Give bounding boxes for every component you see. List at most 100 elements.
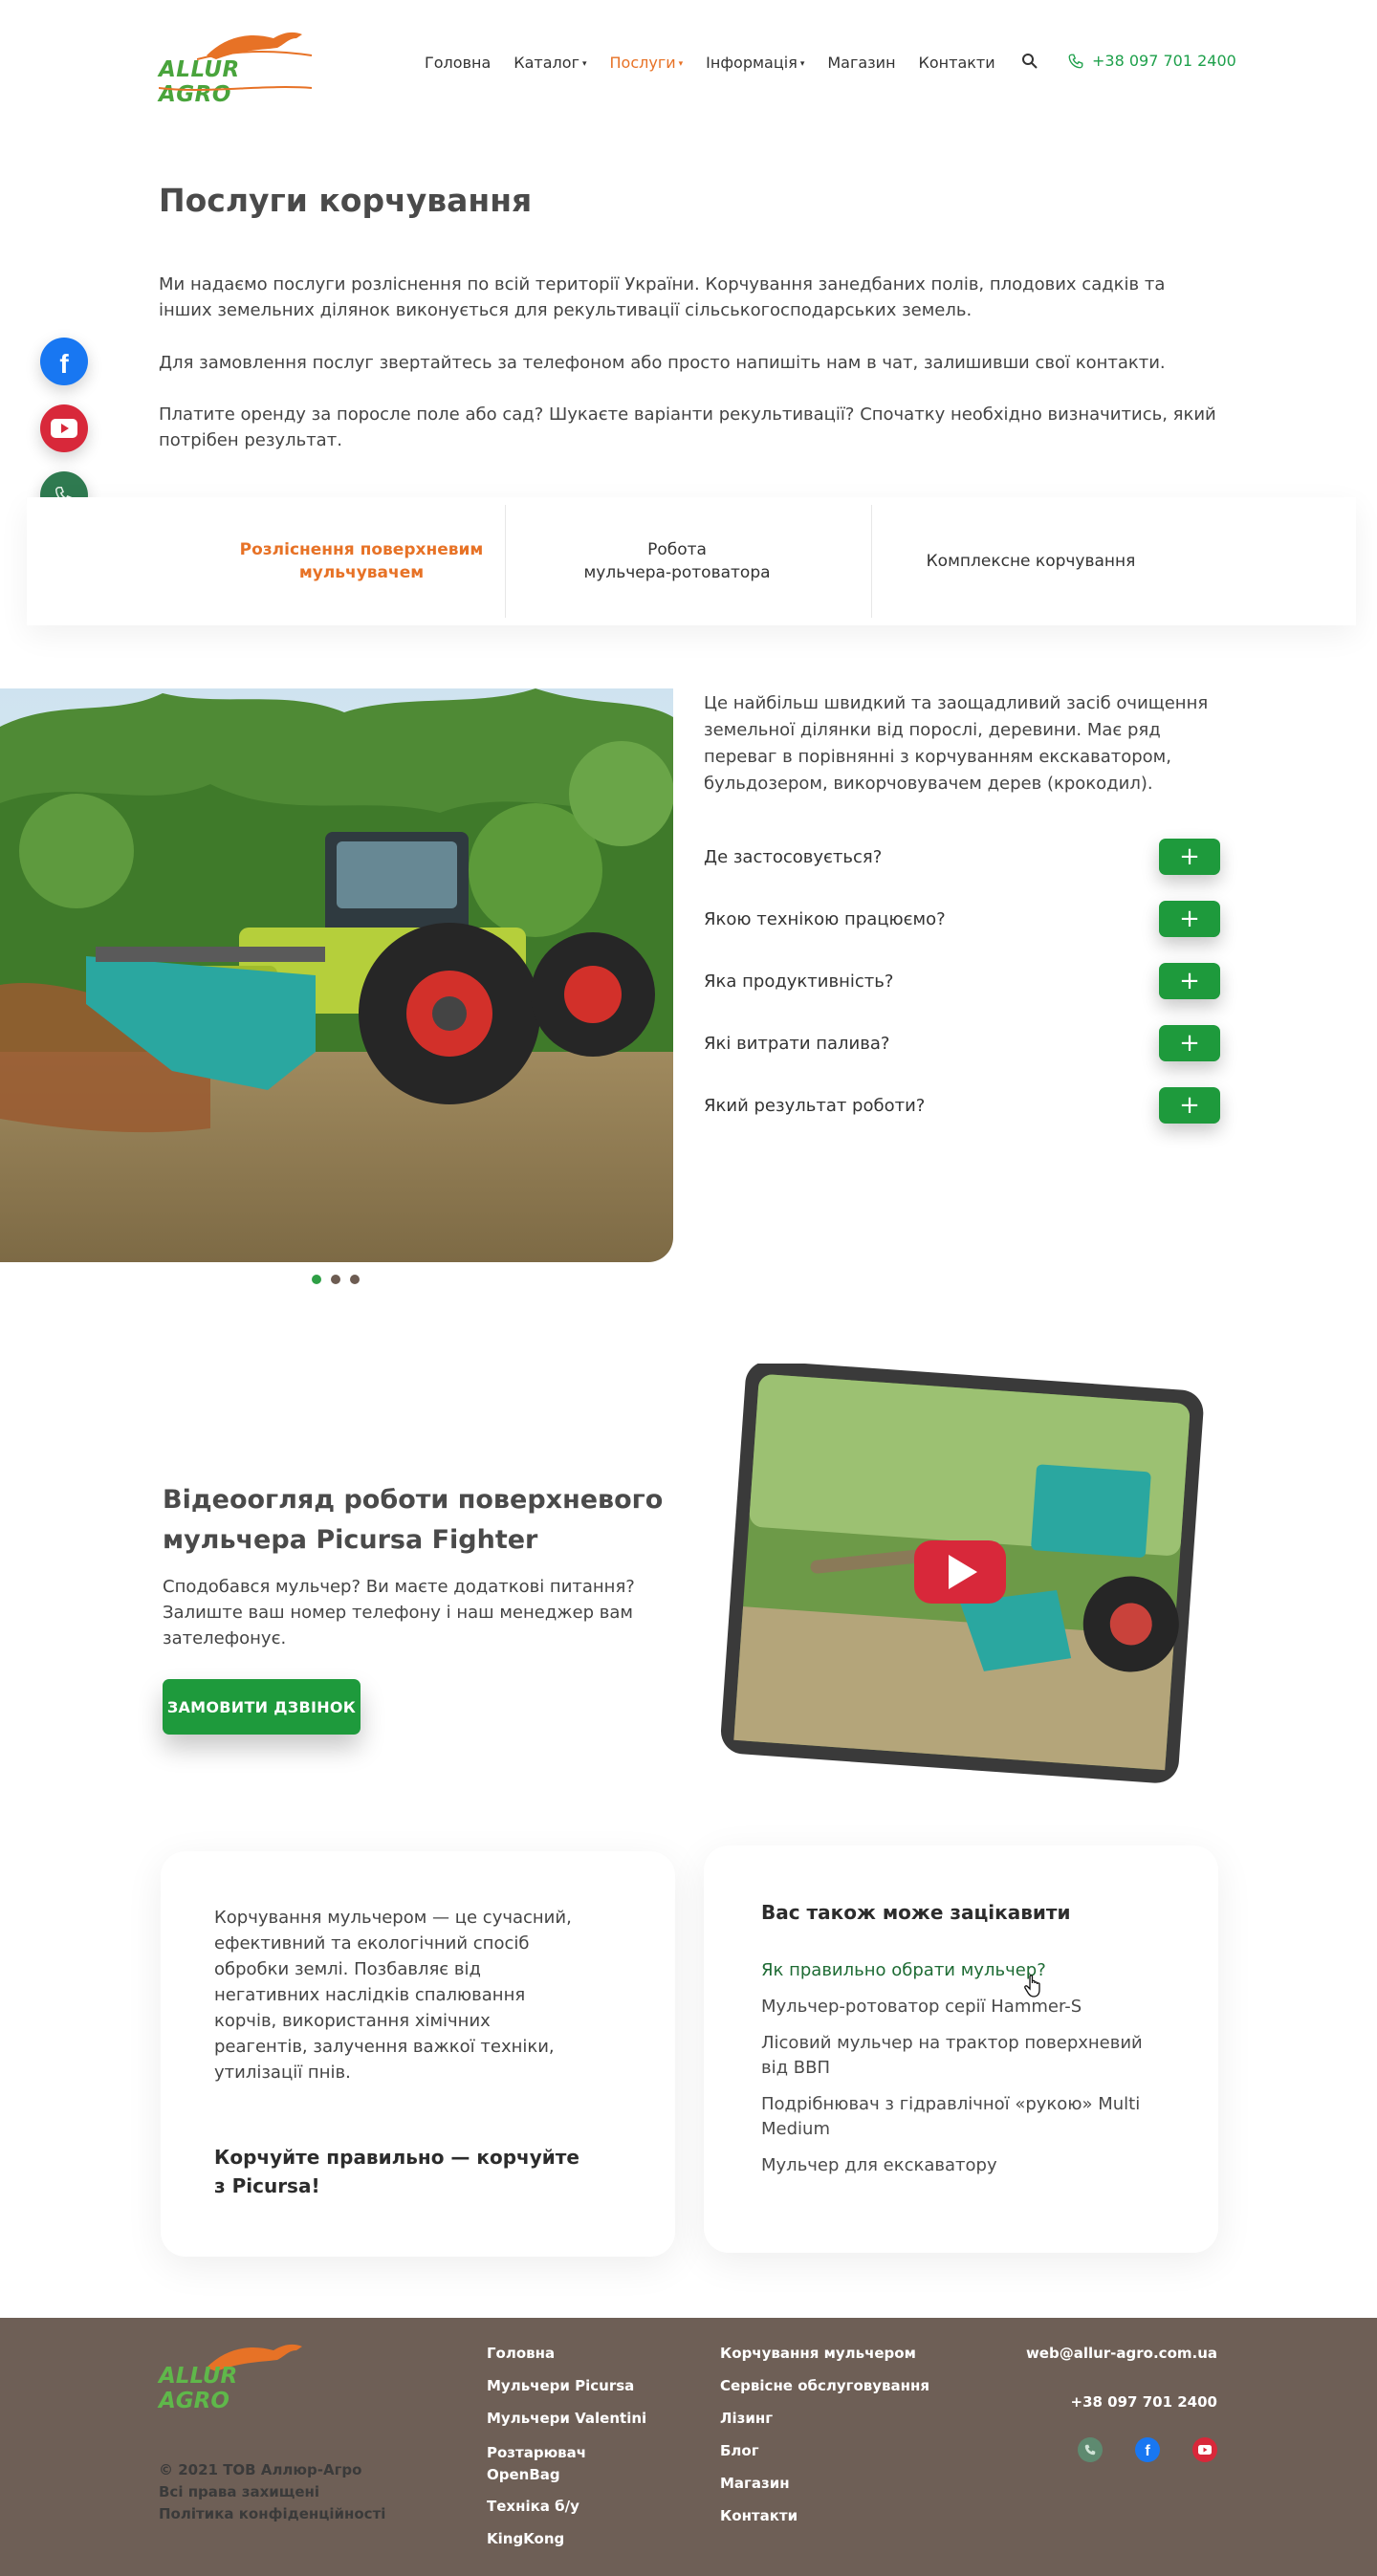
intro-paragraph-2: Для замовлення послуг звертайтесь за тел… [159,353,1166,373]
tab-divider [505,505,506,618]
logo-underline [159,86,312,91]
footer-link[interactable]: Мульчери Valentini [487,2410,646,2427]
service-tabs: Розліснення поверхневим мульчувачем Робот… [27,497,1356,625]
related-title: Вас також може зацікавити [761,1901,1071,1924]
footer-link[interactable]: Техніка б/у [487,2498,579,2515]
slider-dot[interactable] [312,1275,321,1284]
nav-item-home[interactable]: Головна [425,54,491,72]
youtube-play-icon [914,1540,1006,1604]
related-link[interactable]: Подрібнювач з гідравлічної «рукою» Multi… [761,2092,1163,2142]
logo[interactable]: ALLUR AGRO [159,27,313,107]
footer-logo[interactable]: ALLUR AGRO [159,2339,312,2413]
hand-cursor-icon [1024,1975,1040,1997]
youtube-icon[interactable] [1192,2437,1217,2462]
accordion-item[interactable]: Який результат роботи? + [704,1086,1220,1124]
slider-description: Це найбільш швидкий та заощадливий засіб… [704,693,1209,794]
video-player[interactable] [713,1361,1211,1784]
footer-phone[interactable]: +38 097 701 2400 [1071,2393,1217,2411]
youtube-icon[interactable] [40,404,88,452]
tab-rotavator-mulcher[interactable]: Робота мульчера-ротоватора [524,497,830,625]
related-link[interactable]: Як правильно обрати мульчер? [761,1958,1182,1983]
nav-item-catalog[interactable]: Каталог ▾ [514,54,586,72]
plus-icon[interactable]: + [1159,963,1220,999]
accordion-item[interactable]: Яка продуктивність? + [704,962,1220,1000]
footer-link[interactable]: Блог [720,2442,759,2459]
nav-label: Контакти [918,54,995,72]
accordion-question: Які витрати палива? [704,1033,890,1054]
related-link[interactable]: Мульчер-ротоватор серії Hammer-S [761,1995,1182,2019]
search-icon[interactable] [1021,53,1038,70]
footer-link[interactable]: Контакти [720,2507,798,2524]
footer-link[interactable]: KingKong [487,2530,564,2547]
footer-logo-text: ALLUR AGRO [159,2364,238,2413]
chevron-down-icon: ▾ [678,58,684,69]
video-title: Відеоогляд роботи поверхневого мульчера … [163,1485,664,1555]
tab-label-line2: мульчера-ротоватора [583,563,771,582]
nav-label: Каталог [514,54,579,72]
intro-paragraph-1: Ми надаємо послуги розліснення по всій т… [159,274,1166,320]
footer-copyright: © 2021 ТОВ Аллюр-Агро Всі права захищені… [159,2459,385,2525]
facebook-icon[interactable]: f [40,338,88,385]
nav-label: Інформація [706,54,798,72]
tractor-mulcher-photo [0,688,673,1262]
tab-label-line2: мульчувачем [298,563,425,582]
copyright-text: © 2021 ТОВ Аллюр-Агро [159,2461,362,2478]
slider-dot[interactable] [350,1275,360,1284]
accordion-question: Де застосовується? [704,846,883,867]
slider-dots [312,1275,360,1284]
slider-dot[interactable] [331,1275,340,1284]
footer-link[interactable]: Мульчери Picursa [487,2377,634,2394]
privacy-policy-link[interactable]: Політика конфіденційності [159,2503,385,2525]
plus-icon[interactable]: + [1159,901,1220,937]
plus-icon[interactable]: + [1159,839,1220,875]
tab-label-line1: Робота [647,540,707,559]
accordion-item[interactable]: Якою технікою працюємо? + [704,900,1220,938]
footer-link[interactable]: Магазин [720,2475,790,2492]
tab-complex-uprooting[interactable]: Комплексне корчування [887,497,1174,625]
logo-text: ALLUR AGRO [159,57,240,107]
tab-surface-mulcher[interactable]: Розліснення поверхневим мульчувачем [237,497,486,625]
footer-email[interactable]: web@allur-agro.com.ua [1026,2345,1217,2362]
info-card-slogan: Корчуйте правильно — корчуйте з Picursa! [214,2146,579,2197]
call-icon[interactable] [1078,2437,1103,2462]
footer-link[interactable]: Сервісне обслуговування [720,2377,929,2394]
nav-label: Головна [425,54,492,72]
footer-link[interactable]: Головна [487,2345,555,2362]
chevron-down-icon: ▾ [799,58,805,69]
nav-item-services[interactable]: Послуги ▾ [610,54,684,72]
plus-icon[interactable]: + [1159,1025,1220,1061]
accordion-question: Яка продуктивність? [704,971,894,992]
header-phone-text: +38 097 701 2400 [1092,52,1236,70]
phone-icon [1068,54,1083,68]
accordion-item[interactable]: Які витрати палива? + [704,1024,1220,1062]
tab-label: Комплексне корчування [926,552,1136,571]
header-phone-link[interactable]: +38 097 701 2400 [1067,52,1236,70]
footer-link[interactable]: Корчування мульчером [720,2345,916,2362]
video-description: Сподобався мульчер? Ви маєте додаткові п… [163,1577,635,1648]
facebook-icon[interactable]: f [1135,2437,1160,2462]
footer-link[interactable]: Лізинг [720,2410,773,2427]
related-card: Вас також може зацікавити Як правильно о… [704,1845,1218,2253]
nav-item-shop[interactable]: Магазин [827,54,895,72]
chevron-down-icon: ▾ [581,58,587,69]
nav-label: Послуги [609,54,676,72]
order-call-button[interactable]: ЗАМОВИТИ ДЗВІНОК [163,1679,361,1735]
plus-icon[interactable]: + [1159,1087,1220,1124]
info-card-text: Корчування мульчером — це сучасний, ефек… [214,1908,572,2083]
related-link[interactable]: Лісовий мульчер на трактор поверхневий в… [761,2031,1163,2081]
accordion-item[interactable]: Де застосовується? + [704,838,1220,876]
accordion-question: Який результат роботи? [704,1095,926,1116]
tab-label-line1: Розліснення поверхневим [239,540,484,559]
nav-item-contacts[interactable]: Контакти [919,54,995,72]
main-nav: Головна Каталог ▾ Послуги ▾ Інформація ▾ Ма… [425,54,995,72]
intro-paragraph-3: Платите оренду за поросле поле або сад? … [159,404,1216,450]
nav-item-info[interactable]: Інформація ▾ [706,54,804,72]
info-card: Корчування мульчером — це сучасний, ефек… [161,1851,675,2257]
rights-text: Всі права захищені [159,2483,320,2500]
footer-link[interactable]: Розтарювач OpenBag [487,2442,601,2486]
accordion-question: Якою технікою працюємо? [704,908,946,929]
tab-divider [871,505,872,618]
nav-label: Магазин [827,54,896,72]
page-title: Послуги корчування [159,182,533,219]
related-link[interactable]: Мульчер для екскаватору [761,2153,1182,2178]
